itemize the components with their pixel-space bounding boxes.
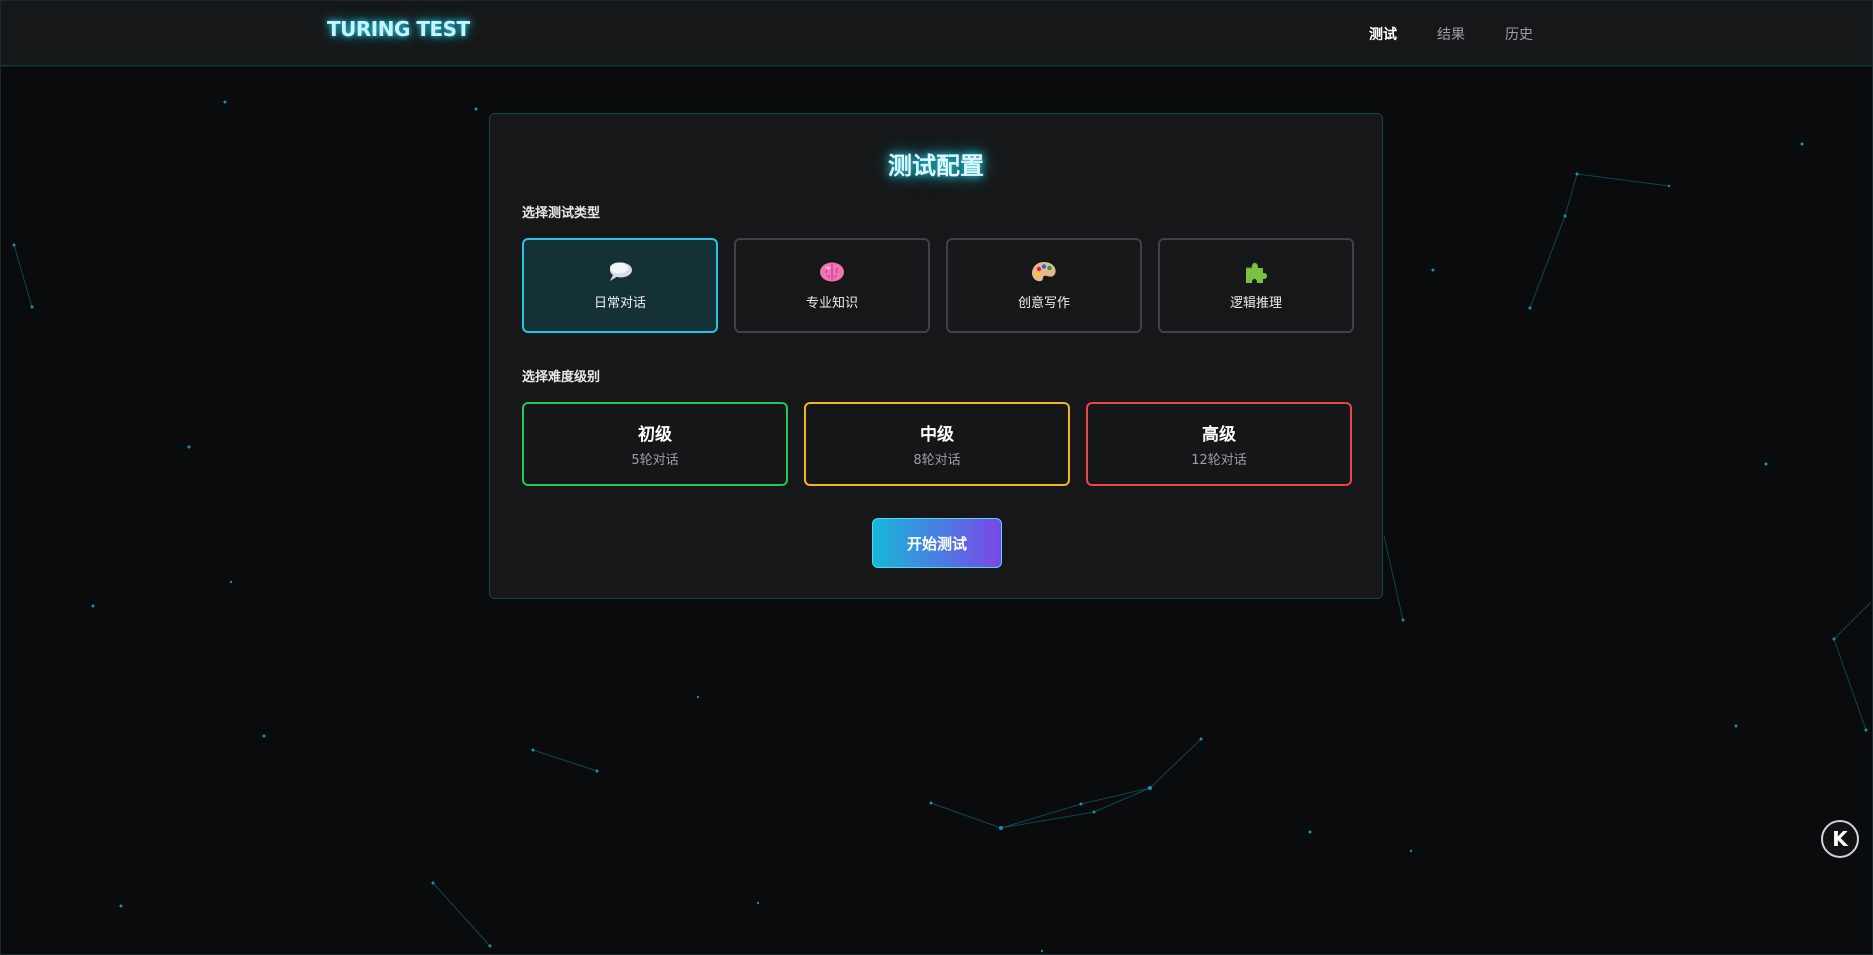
test-type-creative-writing[interactable]: 创意写作	[946, 238, 1142, 333]
speech-bubble-icon	[607, 260, 633, 284]
app-frame: TURING TEST 测试 结果 历史 测试配置 选择测试类型 日常对话 专业…	[0, 0, 1873, 955]
difficulty-intermediate[interactable]: 中级 8轮对话	[804, 402, 1070, 486]
difficulty-rounds: 12轮对话	[1191, 453, 1247, 468]
test-type-logic-reasoning[interactable]: 逻辑推理	[1158, 238, 1354, 333]
main-nav: 测试 结果 历史	[1369, 24, 1533, 44]
nav-tab-history[interactable]: 历史	[1505, 24, 1533, 44]
brain-icon	[819, 260, 845, 284]
test-type-label-text: 专业知识	[805, 296, 858, 311]
k-logo-icon[interactable]: K	[1821, 820, 1859, 858]
k-badge-letter: K	[1832, 827, 1848, 851]
test-type-label-text: 日常对话	[593, 296, 646, 311]
palette-icon	[1031, 260, 1057, 284]
difficulty-name: 初级	[638, 425, 672, 445]
difficulty-label: 选择难度级别	[522, 370, 601, 385]
difficulty-rounds: 5轮对话	[631, 453, 679, 468]
test-type-label-text: 创意写作	[1017, 296, 1070, 311]
app-logo[interactable]: TURING TEST	[327, 17, 470, 41]
difficulty-advanced[interactable]: 高级 12轮对话	[1086, 402, 1352, 486]
puzzle-icon	[1243, 260, 1269, 284]
test-type-options: 日常对话 专业知识 创意写作 逻辑推理	[522, 238, 1354, 333]
difficulty-name: 高级	[1202, 425, 1236, 445]
difficulty-beginner[interactable]: 初级 5轮对话	[522, 402, 788, 486]
nav-tab-results[interactable]: 结果	[1437, 24, 1465, 44]
difficulty-name: 中级	[920, 425, 954, 445]
card-title: 测试配置	[888, 152, 984, 180]
nav-tab-test[interactable]: 测试	[1369, 24, 1397, 44]
top-header: TURING TEST 测试 结果 历史	[1, 1, 1872, 66]
test-type-daily-chat[interactable]: 日常对话	[522, 238, 718, 333]
difficulty-rounds: 8轮对话	[913, 453, 961, 468]
test-type-label-text: 逻辑推理	[1229, 296, 1282, 311]
test-config-card: 测试配置 选择测试类型 日常对话 专业知识 创意写作 逻辑推理 选择难度级别 初…	[489, 113, 1383, 599]
test-type-label: 选择测试类型	[522, 206, 601, 221]
difficulty-options: 初级 5轮对话 中级 8轮对话 高级 12轮对话	[522, 402, 1352, 486]
test-type-professional[interactable]: 专业知识	[734, 238, 930, 333]
start-test-button[interactable]: 开始测试	[872, 518, 1002, 568]
